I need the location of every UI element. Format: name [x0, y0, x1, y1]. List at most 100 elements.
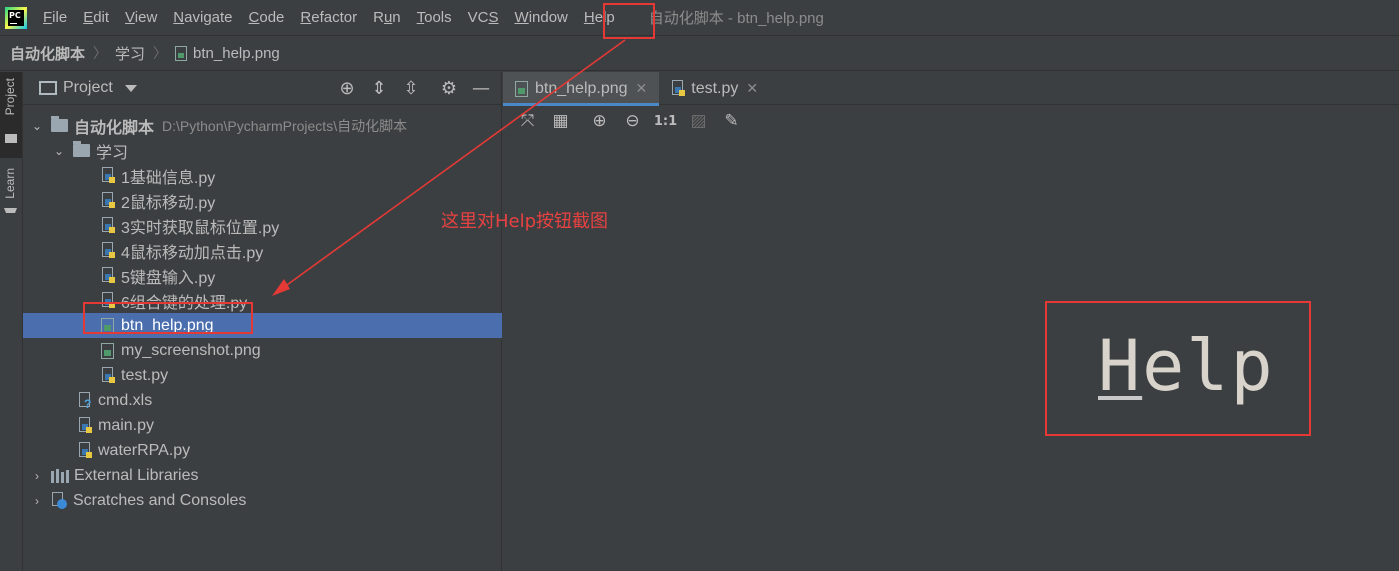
tree-row-scratches[interactable]: › Scratches and Consoles [23, 488, 502, 513]
tool-tab-project[interactable]: Project [0, 72, 22, 158]
chevron-right-icon: 〉 [93, 45, 108, 61]
chevron-down-icon[interactable]: ⌄ [53, 144, 65, 158]
fit-to-window-icon[interactable]: ⤧ [511, 111, 544, 131]
image-file-icon [175, 45, 188, 61]
breadcrumb-item-project[interactable]: 自动化脚本 [10, 43, 85, 64]
menu-item[interactable]: Refactor [292, 0, 365, 35]
panel-title[interactable]: Project [63, 79, 113, 97]
pycharm-logo-icon: PC [5, 6, 27, 29]
tree-row-file[interactable]: 5键盘输入.py [23, 263, 502, 288]
tree-row-file[interactable]: 3实时获取鼠标位置.py [23, 213, 502, 238]
tree-row-file[interactable]: waterRPA.py [23, 438, 502, 463]
menu-item[interactable]: Edit [75, 0, 117, 35]
window-title: 自动化脚本 - btn_help.png [648, 10, 824, 27]
expand-all-icon[interactable]: ⇕ [363, 78, 395, 99]
menu-item[interactable]: Tools [409, 0, 460, 35]
gear-icon[interactable]: ⚙ [433, 78, 465, 99]
tree-row-external-libraries[interactable]: › External Libraries [23, 463, 502, 488]
tab-label: btn_help.png [535, 79, 628, 97]
unknown-file-icon: ? [78, 391, 93, 411]
close-icon[interactable]: ✕ [636, 80, 648, 97]
chevron-right-icon[interactable]: › [31, 469, 43, 483]
file-name: my_screenshot.png [121, 341, 261, 359]
zoom-out-icon[interactable]: ⊖ [616, 111, 649, 131]
tool-tab-learn-label: Learn [3, 168, 17, 199]
menu-item[interactable]: Run [365, 0, 409, 35]
chevron-down-icon[interactable] [124, 84, 137, 92]
chevron-down-icon[interactable]: ⌄ [31, 119, 43, 133]
tree-row-file[interactable]: 4鼠标移动加点击.py [23, 238, 502, 263]
scratches-label: Scratches and Consoles [73, 491, 247, 509]
python-file-icon [78, 441, 94, 460]
file-name: 5键盘输入.py [121, 269, 216, 287]
python-file-icon [101, 166, 117, 185]
file-name: 2鼠标移动.py [121, 194, 216, 212]
menu-item[interactable]: View [117, 0, 165, 35]
scratches-icon [51, 491, 69, 510]
actual-size-button[interactable]: 1:1 [649, 114, 682, 129]
menu-bar: PC File Edit View Navigate Code Refactor Run To… [0, 0, 1399, 35]
image-toolbar: ⤧ ▦ ⊕ ⊖ 1:1 ▨ ✎ [503, 105, 1399, 137]
close-icon[interactable]: ✕ [746, 80, 758, 97]
folder-icon [51, 116, 68, 132]
minimize-icon[interactable]: — [465, 78, 497, 99]
file-name: waterRPA.py [98, 441, 191, 459]
background-toggle-icon[interactable]: ▨ [682, 111, 715, 131]
graduation-cap-icon [4, 208, 17, 218]
menu-item[interactable]: File [35, 0, 75, 35]
external-libraries-label: External Libraries [74, 466, 199, 484]
tree-row-file[interactable]: ? cmd.xls [23, 388, 502, 413]
file-name: test.py [121, 366, 169, 384]
file-name: main.py [98, 416, 155, 434]
project-view-icon [39, 81, 57, 95]
python-file-icon [101, 366, 117, 385]
subfolder-name: 学习 [96, 144, 129, 162]
image-file-icon [515, 80, 528, 97]
tab-label: test.py [691, 79, 739, 97]
python-file-icon [101, 191, 117, 210]
tool-tab-learn[interactable]: Learn [0, 164, 22, 226]
tree-row-file[interactable]: 2鼠标移动.py [23, 188, 502, 213]
color-picker-icon[interactable]: ✎ [715, 111, 748, 131]
tree-row-file[interactable]: main.py [23, 413, 502, 438]
tree-row-file[interactable]: 1基础信息.py [23, 163, 502, 188]
python-file-icon [671, 79, 687, 98]
tool-tab-project-label: Project [3, 78, 17, 116]
breadcrumb-item-file[interactable]: btn_help.png [193, 45, 280, 62]
menu-item[interactable]: Window [507, 0, 576, 35]
library-icon [51, 468, 69, 483]
file-name: 4鼠标移动加点击.py [121, 244, 264, 262]
tree-row-file[interactable]: test.py [23, 363, 502, 388]
python-file-icon [101, 241, 117, 260]
annotation-box-help-menu [603, 3, 655, 39]
panel-header-tools: ⊕ ⇕ ⇳ ⚙ — [331, 72, 497, 105]
python-file-icon [78, 416, 94, 435]
menu-item[interactable]: VCS [460, 0, 507, 35]
chevron-right-icon: 〉 [153, 45, 168, 61]
editor-tabbar: btn_help.png ✕ test.py ✕ [503, 72, 1399, 106]
menu-item[interactable]: Navigate [165, 0, 240, 35]
folder-icon [73, 141, 90, 157]
tree-row-root[interactable]: ⌄ 自动化脚本 D:\Python\PycharmProjects\自动化脚本 [23, 113, 502, 138]
tab-btn-help-png[interactable]: btn_help.png ✕ [503, 72, 660, 106]
locate-file-icon[interactable]: ⊕ [331, 78, 363, 99]
root-folder-path: D:\Python\PycharmProjects\自动化脚本 [162, 117, 408, 134]
root-folder-name: 自动化脚本 [74, 119, 155, 137]
tree-row-file[interactable]: my_screenshot.png [23, 338, 502, 363]
menu-item[interactable]: Code [241, 0, 293, 35]
annotation-box-preview [1045, 301, 1311, 436]
tab-test-py[interactable]: test.py ✕ [659, 72, 770, 105]
collapse-all-icon[interactable]: ⇳ [395, 78, 427, 99]
breadcrumb-item-folder[interactable]: 学习 [115, 43, 145, 64]
tree-row-subfolder[interactable]: ⌄ 学习 [23, 138, 502, 163]
breadcrumb: 自动化脚本 〉 学习 〉 btn_help.png [0, 35, 1399, 71]
chevron-right-icon[interactable]: › [31, 494, 43, 508]
folder-icon [5, 134, 17, 143]
project-panel-header: Project ⊕ ⇕ ⇳ ⚙ — [23, 72, 501, 105]
file-name: 1基础信息.py [121, 169, 216, 187]
annotation-text: 这里对Help按钮截图 [441, 211, 609, 232]
grid-icon[interactable]: ▦ [544, 111, 577, 131]
menu-items: File Edit View Navigate Code Refactor Run Tools… [35, 0, 623, 35]
annotation-box-file [83, 302, 253, 334]
zoom-in-icon[interactable]: ⊕ [583, 111, 616, 131]
